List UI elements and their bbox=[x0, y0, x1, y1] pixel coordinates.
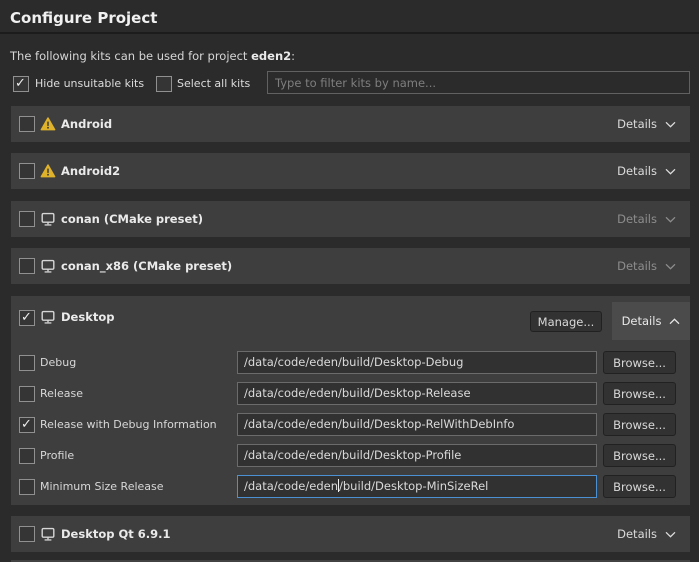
chevron-down-icon bbox=[665, 121, 676, 128]
kit-row-desktop: Desktop Manage... Details Debug /data/co… bbox=[11, 296, 690, 505]
kit-row-conan: conan (CMake preset) Details bbox=[11, 201, 690, 237]
details-label: Details bbox=[617, 164, 657, 178]
config-checkbox-minsizerel[interactable] bbox=[19, 479, 35, 495]
kit-checkbox-conan[interactable] bbox=[19, 211, 35, 227]
kit-checkbox-desktop[interactable] bbox=[19, 310, 35, 326]
details-label: Details bbox=[617, 527, 657, 541]
config-label-profile: Profile bbox=[40, 444, 74, 467]
kit-filter-input[interactable] bbox=[267, 71, 690, 94]
hide-unsuitable-kits-checkbox[interactable] bbox=[13, 76, 29, 92]
warning-icon bbox=[40, 163, 56, 179]
kit-name: Desktop bbox=[61, 296, 114, 339]
chevron-down-icon bbox=[665, 216, 676, 223]
chevron-down-icon bbox=[665, 263, 676, 270]
build-dir-input-relwithdebinfo[interactable]: /data/code/eden/build/Desktop-RelWithDeb… bbox=[237, 413, 597, 436]
subtitle-prefix: The following kits can be used for proje… bbox=[10, 49, 251, 63]
chevron-down-icon bbox=[665, 168, 676, 175]
browse-button-release[interactable]: Browse... bbox=[603, 382, 676, 405]
config-label-release: Release bbox=[40, 382, 83, 405]
page-title: Configure Project bbox=[10, 9, 157, 27]
path-text-after-caret: /build/Desktop-MinSizeRel bbox=[339, 479, 488, 493]
chevron-down-icon bbox=[665, 531, 676, 538]
kits-subtitle: The following kits can be used for proje… bbox=[10, 49, 295, 63]
kit-row-conan-x86: conan_x86 (CMake preset) Details bbox=[11, 248, 690, 284]
desktop-icon bbox=[40, 211, 56, 227]
browse-button-relwithdebinfo[interactable]: Browse... bbox=[603, 413, 676, 436]
details-button[interactable]: Details bbox=[617, 516, 676, 552]
kit-checkbox-conan-x86[interactable] bbox=[19, 258, 35, 274]
browse-button-profile[interactable]: Browse... bbox=[603, 444, 676, 467]
kit-row-android: Android Details bbox=[11, 106, 690, 142]
details-button[interactable]: Details bbox=[617, 201, 676, 237]
project-name: eden2 bbox=[251, 49, 291, 63]
kit-checkbox-android[interactable] bbox=[19, 116, 35, 132]
kit-checkbox-android2[interactable] bbox=[19, 163, 35, 179]
hide-unsuitable-kits-label: Hide unsuitable kits bbox=[35, 76, 144, 92]
manage-button[interactable]: Manage... bbox=[530, 311, 602, 332]
config-label-relwithdebinfo: Release with Debug Information bbox=[40, 413, 217, 436]
config-label-minsizerel: Minimum Size Release bbox=[40, 475, 164, 498]
browse-button-minsizerel[interactable]: Browse... bbox=[603, 475, 676, 498]
details-button-expanded[interactable]: Details bbox=[612, 302, 690, 340]
title-separator bbox=[0, 32, 699, 34]
kit-name: Android2 bbox=[61, 153, 120, 189]
desktop-icon bbox=[40, 309, 56, 325]
subtitle-suffix: : bbox=[291, 49, 295, 63]
chevron-up-icon bbox=[669, 318, 680, 325]
config-label-debug: Debug bbox=[40, 351, 76, 374]
desktop-icon bbox=[40, 258, 56, 274]
build-dir-input-release[interactable]: /data/code/eden/build/Desktop-Release bbox=[237, 382, 597, 405]
details-button[interactable]: Details bbox=[617, 248, 676, 284]
kit-checkbox-desktop-qt[interactable] bbox=[19, 526, 35, 542]
kit-row-android2: Android2 Details bbox=[11, 153, 690, 189]
details-button[interactable]: Details bbox=[617, 153, 676, 189]
config-checkbox-debug[interactable] bbox=[19, 355, 35, 371]
details-label: Details bbox=[617, 117, 657, 131]
browse-button-debug[interactable]: Browse... bbox=[603, 351, 676, 374]
build-dir-input-minsizerel[interactable]: /data/code/eden/build/Desktop-MinSizeRel bbox=[237, 475, 597, 498]
configure-project-page: Configure Project The following kits can… bbox=[0, 0, 699, 562]
select-all-kits-label: Select all kits bbox=[177, 76, 250, 92]
config-checkbox-relwithdebinfo[interactable] bbox=[19, 417, 35, 433]
kit-name: Android bbox=[61, 106, 112, 142]
kit-name: conan (CMake preset) bbox=[61, 201, 203, 237]
path-text-before-caret: /data/code/eden bbox=[244, 479, 338, 493]
details-label: Details bbox=[622, 314, 662, 328]
kit-row-desktop-qt: Desktop Qt 6.9.1 Details bbox=[11, 516, 690, 552]
details-button[interactable]: Details bbox=[617, 106, 676, 142]
kit-name: conan_x86 (CMake preset) bbox=[61, 248, 232, 284]
config-checkbox-profile[interactable] bbox=[19, 448, 35, 464]
kit-name: Desktop Qt 6.9.1 bbox=[61, 516, 171, 552]
details-label: Details bbox=[617, 212, 657, 226]
config-checkbox-release[interactable] bbox=[19, 386, 35, 402]
desktop-icon bbox=[40, 526, 56, 542]
build-dir-input-debug[interactable]: /data/code/eden/build/Desktop-Debug bbox=[237, 351, 597, 374]
select-all-kits-checkbox[interactable] bbox=[156, 76, 172, 92]
build-dir-input-profile[interactable]: /data/code/eden/build/Desktop-Profile bbox=[237, 444, 597, 467]
details-label: Details bbox=[617, 259, 657, 273]
warning-icon bbox=[40, 116, 56, 132]
